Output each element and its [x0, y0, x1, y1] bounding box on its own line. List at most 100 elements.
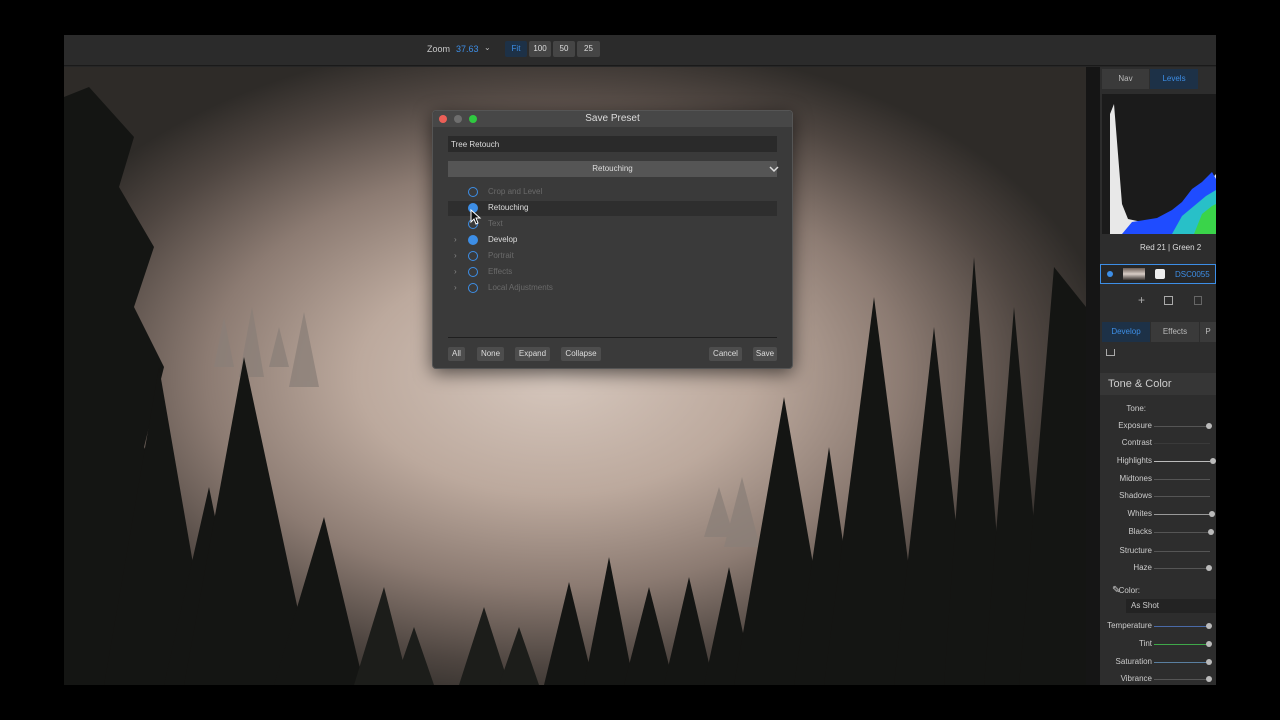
expand-button[interactable]: Expand [515, 347, 550, 361]
divider [448, 337, 777, 338]
shadows-label: Shadows [1119, 491, 1152, 500]
radio-icon[interactable] [468, 187, 478, 197]
tone-label: Tone: [1126, 404, 1146, 413]
zoom-value[interactable]: 37.63 [456, 44, 479, 54]
radio-icon[interactable] [468, 283, 478, 293]
radio-icon[interactable] [468, 235, 478, 245]
zoom-label: Zoom [427, 44, 451, 54]
white-balance-select[interactable]: As Shot [1126, 599, 1216, 613]
exposure-knob[interactable] [1206, 423, 1212, 429]
cancel-button[interactable]: Cancel [709, 347, 742, 361]
preset-item-develop[interactable]: › Develop [448, 233, 777, 248]
haze-label: Haze [1133, 563, 1152, 572]
duplicate-layer-icon[interactable] [1164, 296, 1173, 305]
midtones-label: Midtones [1119, 474, 1152, 483]
layer-thumbnail [1123, 268, 1145, 280]
zoom-100-button[interactable]: 100 [529, 41, 551, 57]
rgb-readout: Red 21 | Green 2 [1140, 243, 1202, 252]
preset-item-crop-and-level[interactable]: Crop and Level [448, 185, 777, 200]
tab-portrait[interactable]: P [1200, 322, 1216, 342]
tab-effects[interactable]: Effects [1151, 322, 1199, 342]
preset-item-retouching[interactable]: Retouching [448, 201, 777, 216]
preset-import-icon[interactable] [1106, 349, 1115, 356]
vibrance-knob[interactable] [1206, 676, 1212, 682]
preset-item-label: Crop and Level [488, 187, 543, 196]
save-preset-dialog: Save Preset Retouching Crop and Level Re… [432, 110, 793, 369]
exposure-label: Exposure [1118, 421, 1152, 430]
haze-slider[interactable] [1154, 565, 1212, 571]
zoom-fit-button[interactable]: Fit [505, 41, 527, 57]
preset-item-label: Portrait [488, 251, 514, 260]
none-button[interactable]: None [477, 347, 504, 361]
chevron-right-icon[interactable]: › [454, 251, 457, 260]
preset-item-label: Text [488, 219, 503, 228]
blacks-label: Blacks [1128, 527, 1152, 536]
preset-item-local-adjustments[interactable]: › Local Adjustments [448, 281, 777, 296]
layer-visibility-icon[interactable] [1107, 271, 1113, 277]
preset-name-input[interactable] [448, 136, 777, 152]
saturation-knob[interactable] [1206, 659, 1212, 665]
tone-color-section-header[interactable]: Tone & Color [1100, 373, 1216, 395]
layer-row[interactable]: DSC0055 [1100, 264, 1216, 284]
temperature-knob[interactable] [1206, 623, 1212, 629]
right-panel: Nav Levels Red 21 | Green 2 DSC0055 + De… [1086, 67, 1216, 685]
chevron-right-icon[interactable]: › [454, 267, 457, 276]
save-button[interactable]: Save [753, 347, 777, 361]
mask-icon[interactable] [1155, 269, 1165, 279]
tab-develop[interactable]: Develop [1102, 322, 1150, 342]
vibrance-label: Vibrance [1120, 674, 1152, 683]
tab-nav[interactable]: Nav [1102, 69, 1149, 89]
tab-levels[interactable]: Levels [1150, 69, 1198, 89]
color-label: Color: [1118, 586, 1140, 595]
shadows-slider[interactable] [1154, 496, 1210, 497]
add-layer-icon[interactable]: + [1138, 293, 1145, 307]
all-button[interactable]: All [448, 347, 465, 361]
histogram [1102, 94, 1216, 234]
chevron-down-icon[interactable] [769, 164, 779, 174]
tint-label: Tint [1138, 639, 1152, 648]
chevron-down-icon[interactable]: ⌄ [484, 43, 491, 52]
blacks-slider[interactable] [1154, 529, 1214, 535]
dialog-titlebar[interactable]: Save Preset [433, 111, 792, 127]
top-tab-row: Nav Levels [1100, 69, 1216, 89]
radio-icon[interactable] [468, 267, 478, 277]
exposure-slider[interactable] [1154, 423, 1212, 429]
whites-slider[interactable] [1154, 511, 1215, 517]
blacks-knob[interactable] [1208, 529, 1214, 535]
structure-slider[interactable] [1154, 551, 1210, 552]
mouse-pointer-icon [470, 209, 482, 225]
top-toolbar: Zoom 37.63 ⌄ Fit 100 50 25 [64, 35, 1216, 66]
whites-knob[interactable] [1209, 511, 1215, 517]
highlights-knob[interactable] [1210, 458, 1216, 464]
preset-item-label: Develop [488, 235, 518, 244]
preset-group-select[interactable]: Retouching [448, 161, 779, 177]
temperature-label: Temperature [1107, 621, 1152, 630]
contrast-slider[interactable] [1154, 443, 1210, 444]
module-tab-row: Develop Effects P [1100, 322, 1216, 342]
layer-name: DSC0055 [1175, 270, 1210, 279]
zoom-25-button[interactable]: 25 [577, 41, 600, 57]
structure-label: Structure [1119, 546, 1152, 555]
tint-knob[interactable] [1206, 641, 1212, 647]
preset-group-value: Retouching [592, 164, 633, 173]
saturation-slider[interactable] [1154, 659, 1212, 665]
chevron-right-icon[interactable]: › [454, 283, 457, 292]
highlights-label: Highlights [1116, 456, 1152, 465]
preset-item-label: Effects [488, 267, 513, 276]
chevron-right-icon[interactable]: › [454, 235, 457, 244]
saturation-label: Saturation [1115, 657, 1152, 666]
preset-item-effects[interactable]: › Effects [448, 265, 777, 280]
radio-icon[interactable] [468, 251, 478, 261]
preset-item-portrait[interactable]: › Portrait [448, 249, 777, 264]
delete-layer-icon[interactable] [1194, 296, 1202, 305]
temperature-slider[interactable] [1154, 623, 1212, 629]
highlights-slider[interactable] [1154, 458, 1216, 464]
vibrance-slider[interactable] [1154, 676, 1212, 682]
zoom-50-button[interactable]: 50 [553, 41, 575, 57]
midtones-slider[interactable] [1154, 479, 1210, 480]
tint-slider[interactable] [1154, 641, 1212, 647]
preset-item-label: Retouching [488, 203, 529, 212]
collapse-button[interactable]: Collapse [561, 347, 601, 361]
haze-knob[interactable] [1206, 565, 1212, 571]
preset-item-text[interactable]: Text [448, 217, 777, 232]
